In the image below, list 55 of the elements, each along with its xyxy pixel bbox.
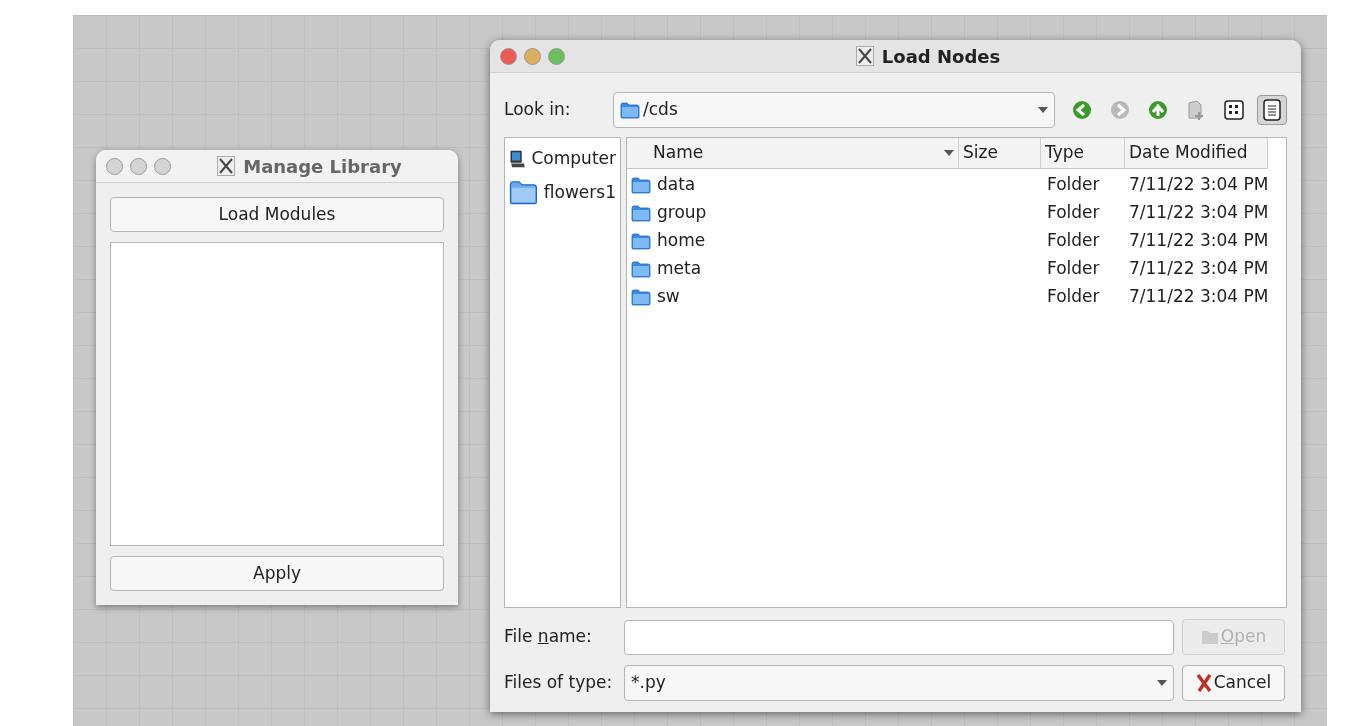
folder-icon [631,204,651,222]
close-button[interactable] [500,47,517,65]
folder-icon [631,260,651,278]
file-type-label: Files of type: [504,671,614,695]
file-name-label: File name: [504,625,593,649]
look-in-value: /cds [643,98,679,122]
place-item[interactable]: Computer [509,146,616,172]
file-type-cell-text: Folder [1046,229,1101,253]
file-name-cell[interactable]: meta [657,256,702,282]
dropdown-caret-icon [1157,680,1167,686]
file-name-field[interactable] [624,619,1174,655]
column-header[interactable]: Name [627,138,959,168]
look-in-dropdown[interactable]: /cds [613,92,1055,128]
file-name-cell[interactable]: data [657,172,696,198]
cancel-x-icon [1195,673,1212,693]
dropdown-caret-icon [944,150,954,156]
minimize-button[interactable] [130,157,147,175]
file-type-cell-text: Folder [1046,285,1101,309]
folder-icon [631,232,651,250]
folder-icon [631,288,651,306]
folder-icon [620,101,641,119]
dropdown-caret-icon [1038,107,1048,113]
list-view-icon[interactable] [1257,95,1287,125]
maximize-button[interactable] [548,47,565,65]
file-name-cell[interactable]: group [657,200,707,226]
folder-icon [631,176,651,194]
window-title: Manage Library [243,154,402,179]
file-name-cell[interactable]: sw [657,284,680,310]
load-modules-button[interactable]: Load Modules [110,197,444,232]
file-name-cell[interactable]: home [657,228,706,254]
maximize-button[interactable] [154,157,171,175]
window-title: Load Nodes [881,44,1001,69]
look-in-label: Look in: [504,98,572,122]
column-header[interactable]: Size [959,138,1041,168]
minimize-button[interactable] [524,47,541,65]
cancel-button[interactable]: Cancel [1182,665,1285,701]
file-type-dropdown[interactable]: *.py [624,665,1174,701]
column-header[interactable]: Type [1041,138,1125,168]
file-type-cell-text: Folder [1046,201,1101,225]
file-date-cell-text: 7/11/22 3:04 PM [1128,285,1269,309]
file-type-cell-text: Folder [1046,257,1101,281]
file-date-cell-text: 7/11/22 3:04 PM [1128,257,1269,281]
file-type-value: *.py [631,671,667,695]
folder-icon [1200,628,1219,646]
file-type-cell-text: Folder [1046,173,1101,197]
x-logo-icon [855,46,874,66]
x-logo-icon [217,156,236,176]
file-date-cell-text: 7/11/22 3:04 PM [1128,229,1269,253]
apply-button[interactable]: Apply [110,556,444,591]
place-item[interactable]: flowers1 [509,179,616,205]
close-button[interactable] [106,157,123,175]
file-date-cell-text: 7/11/22 3:04 PM [1128,201,1269,225]
file-date-cell-text: 7/11/22 3:04 PM [1128,173,1269,197]
column-header[interactable]: Date Modified [1125,138,1268,168]
folder-icon [509,179,538,205]
